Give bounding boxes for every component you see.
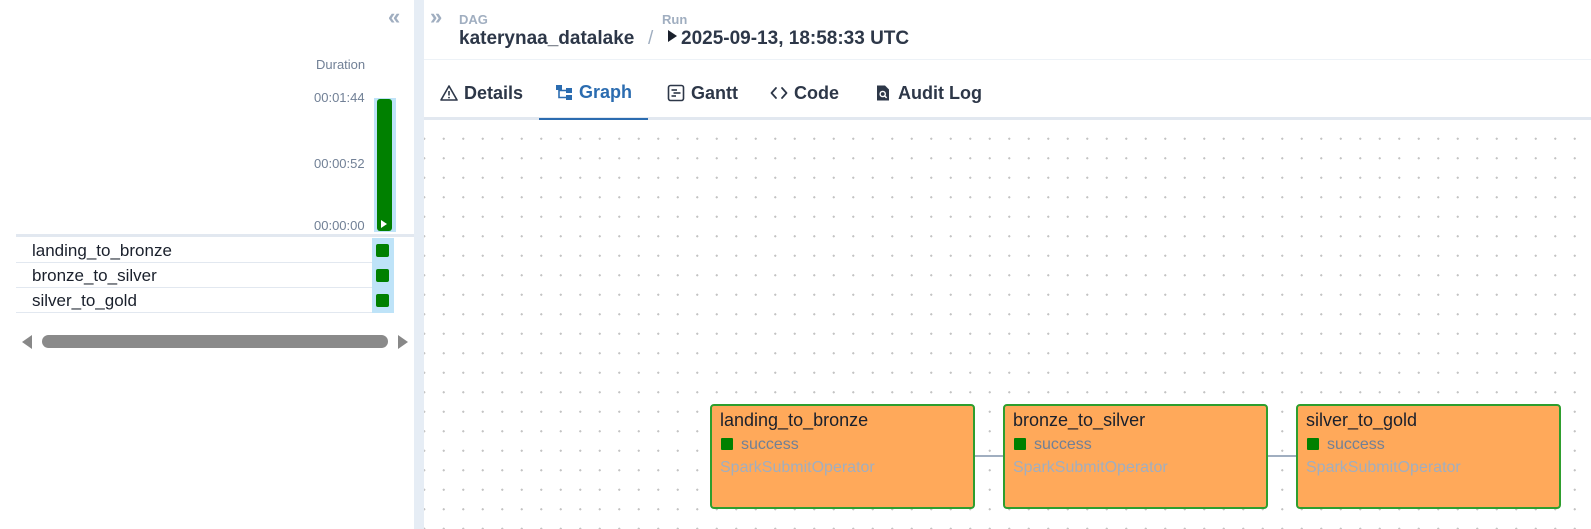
scroll-right-icon[interactable]: [398, 335, 408, 349]
node-task-name: landing_to_bronze: [720, 410, 869, 430]
graph-edge: [1268, 455, 1297, 457]
breadcrumb-dag-label: DAG: [459, 12, 488, 27]
tab-label: Gantt: [691, 82, 738, 103]
details-panel: » DAG katerynaa_datalake / Run 2025-09-1…: [424, 0, 1591, 529]
header-divider: [424, 59, 1591, 60]
graph-node-bronze-to-silver[interactable]: bronze_to_silver success SparkSubmitOper…: [1003, 404, 1268, 509]
tab-graph[interactable]: Graph: [539, 66, 649, 120]
graph-canvas[interactable]: landing_to_bronze success SparkSubmitOpe…: [424, 121, 1591, 529]
state-square-icon: [1014, 438, 1026, 450]
audit-log-icon: [877, 85, 889, 101]
tab-details[interactable]: Details: [424, 66, 539, 120]
task-row[interactable]: landing_to_bronze: [16, 238, 394, 263]
duration-tick-mid: 00:00:52: [314, 156, 365, 171]
task-instance-status-square[interactable]: [376, 244, 389, 257]
tab-gantt[interactable]: Gantt: [651, 66, 754, 120]
node-operator: SparkSubmitOperator: [720, 459, 875, 476]
duration-tick-max: 00:01:44: [314, 90, 365, 105]
play-icon: [381, 220, 387, 228]
scroll-left-icon[interactable]: [22, 335, 32, 349]
breadcrumb-run-label: Run: [662, 12, 688, 27]
collapse-grid-icon[interactable]: «: [388, 6, 400, 28]
expand-icon[interactable]: »: [430, 6, 442, 28]
task-instance-status-square[interactable]: [376, 294, 389, 307]
grid-panel: « Duration 00:01:44 00:00:52 00:00:00 la…: [0, 0, 414, 529]
task-row[interactable]: bronze_to_silver: [16, 263, 394, 288]
tab-label: Code: [794, 82, 839, 103]
node-state: success: [1327, 436, 1385, 453]
task-name[interactable]: silver_to_gold: [32, 291, 137, 311]
task-instance-status-square[interactable]: [376, 269, 389, 282]
state-square-icon: [1307, 438, 1319, 450]
task-row[interactable]: silver_to_gold: [16, 288, 394, 313]
node-task-name: silver_to_gold: [1306, 410, 1418, 430]
breadcrumb-dag-id[interactable]: katerynaa_datalake: [459, 28, 634, 50]
graph-node-silver-to-gold[interactable]: silver_to_gold success SparkSubmitOperat…: [1296, 404, 1561, 509]
warning-triangle-icon: [440, 85, 458, 101]
graph-icon: [556, 85, 572, 100]
node-state: success: [741, 436, 799, 453]
code-icon: [770, 87, 788, 99]
tab-bar: Details Graph Gantt Code Audit Log: [424, 66, 1591, 120]
node-state: success: [1034, 436, 1092, 453]
state-square-icon: [721, 438, 733, 450]
duration-tick-min: 00:00:00: [314, 218, 365, 233]
tab-code[interactable]: Code: [754, 66, 855, 120]
tab-label: Details: [464, 82, 524, 103]
horizontal-scrollbar[interactable]: [16, 332, 414, 352]
gantt-icon: [667, 84, 685, 102]
grid-header-divider: [16, 234, 414, 237]
scrollbar-thumb[interactable]: [42, 335, 388, 348]
task-name[interactable]: bronze_to_silver: [32, 266, 157, 286]
duration-title: Duration: [316, 57, 366, 72]
tab-audit-log[interactable]: Audit Log: [858, 66, 998, 120]
breadcrumb-run-id[interactable]: 2025-09-13, 18:58:33 UTC: [668, 28, 909, 50]
node-operator: SparkSubmitOperator: [1306, 459, 1461, 476]
breadcrumb-run-value: 2025-09-13, 18:58:33 UTC: [681, 28, 910, 49]
play-icon: [668, 30, 677, 42]
task-list: landing_to_bronze bronze_to_silver silve…: [16, 238, 394, 313]
panel-resize-divider[interactable]: [414, 0, 424, 529]
tab-label: Audit Log: [898, 82, 982, 103]
task-name[interactable]: landing_to_bronze: [32, 241, 172, 261]
dag-run-duration-bar[interactable]: [377, 99, 392, 231]
breadcrumb-separator: /: [648, 28, 654, 49]
tab-label: Graph: [579, 81, 633, 102]
graph-edge: [975, 455, 1004, 457]
graph-node-landing-to-bronze[interactable]: landing_to_bronze success SparkSubmitOpe…: [710, 404, 975, 509]
node-operator: SparkSubmitOperator: [1013, 459, 1168, 476]
node-task-name: bronze_to_silver: [1013, 410, 1146, 430]
